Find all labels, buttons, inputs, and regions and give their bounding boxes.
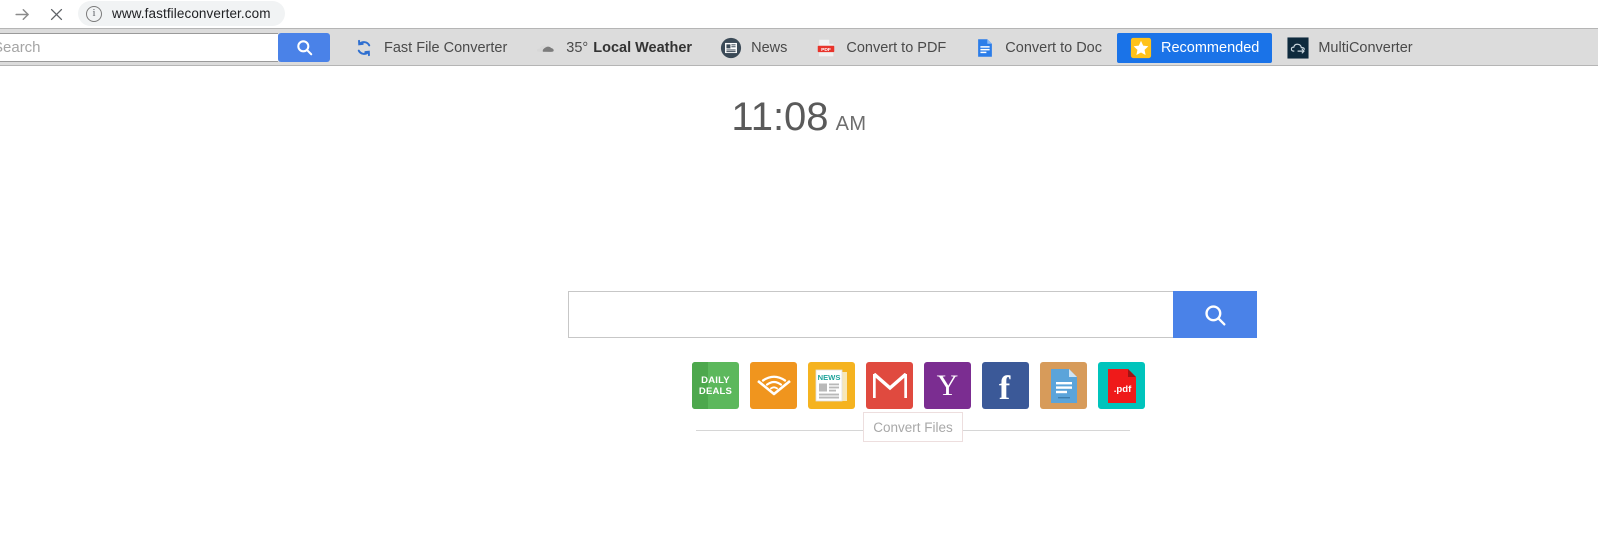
envelope-icon (872, 372, 907, 398)
search-icon (1205, 304, 1226, 326)
clock: 11:08 AM (0, 95, 1598, 140)
cloud-glyph (537, 45, 555, 52)
convert-files-tooltip[interactable]: Convert Files (863, 412, 963, 442)
svg-text:PDF: PDF (821, 47, 831, 53)
ext-item-label: Convert to PDF (846, 40, 947, 56)
sync-refresh-icon (353, 37, 375, 59)
clock-time: 11:08 (731, 95, 829, 139)
ext-item-label: Local Weather (593, 40, 693, 56)
address-bar[interactable]: i www.fastfileconverter.com (78, 1, 285, 26)
main-search-input[interactable] (581, 304, 1173, 325)
ext-item-convert-to-pdf[interactable]: PDF Convert to PDF (802, 33, 959, 63)
shortcut-tile-convert-to-doc[interactable] (1040, 362, 1087, 409)
main-search (568, 291, 1257, 338)
shortcut-tile-label: DAILY DEALS (698, 374, 733, 397)
facebook-icon: f (998, 369, 1011, 407)
shortcut-tile-convert-to-pdf[interactable]: .pdf (1098, 362, 1145, 409)
ext-item-news[interactable]: News (707, 33, 800, 63)
ext-item-label: News (751, 40, 788, 56)
shortcut-tile-audible[interactable] (750, 362, 797, 409)
extension-toolbar: Fast File Converter 35° Local Weather (0, 28, 1598, 66)
shortcut-tile-label: Y (936, 368, 959, 402)
ext-item-label: Fast File Converter (384, 40, 508, 56)
main-search-field[interactable] (568, 291, 1173, 338)
news-paper-icon: NEWS (815, 369, 847, 401)
ext-item-label: Convert to Doc (1005, 40, 1102, 56)
ext-item-convert-to-doc[interactable]: Convert to Doc (961, 33, 1115, 63)
ext-item-recommended[interactable]: Recommended (1117, 33, 1273, 63)
svg-text:.pdf: .pdf (1113, 384, 1131, 395)
page-content: 11:08 AM DAILY DEALS NEWS Y f .pdf Conve… (0, 67, 1598, 538)
convert-files-tooltip-label: Convert Files (873, 419, 953, 435)
toolbar-search-input[interactable] (0, 33, 278, 62)
ext-item-fast-file-converter[interactable]: Fast File Converter (340, 33, 520, 63)
doc-file-icon (974, 37, 996, 59)
main-search-button[interactable] (1173, 291, 1257, 338)
ext-item-multiconverter[interactable]: MultiConverter (1274, 33, 1425, 63)
shortcut-tile-facebook[interactable]: f (982, 362, 1029, 409)
extension-links: Fast File Converter 35° Local Weather Ne… (340, 29, 1428, 67)
forward-arrow-icon[interactable] (10, 2, 34, 26)
newspaper-icon (720, 37, 742, 59)
address-bar-url: www.fastfileconverter.com (112, 6, 271, 21)
toolbar-search (0, 33, 330, 62)
audible-icon (756, 375, 791, 395)
doc-page-icon (1050, 368, 1077, 403)
ext-item-label: MultiConverter (1318, 40, 1413, 56)
shortcut-tiles: DAILY DEALS NEWS Y f .pdf (692, 362, 1145, 409)
pdf-page-icon: .pdf (1107, 368, 1136, 403)
shortcut-tile-news[interactable]: NEWS (808, 362, 855, 409)
site-info-icon[interactable]: i (86, 5, 102, 22)
stop-close-icon[interactable] (44, 2, 68, 26)
cloud-weather-icon (535, 37, 557, 59)
toolbar-search-button[interactable] (278, 33, 330, 62)
ext-item-label: Recommended (1161, 40, 1260, 56)
shortcut-tile-yahoo[interactable]: Y (924, 362, 971, 409)
clock-meridiem: AM (835, 113, 867, 135)
pdf-file-icon: PDF (815, 37, 837, 59)
svg-text:NEWS: NEWS (817, 373, 840, 382)
browser-chrome: i www.fastfileconverter.com (0, 0, 1598, 27)
shortcut-tile-daily-deals[interactable]: DAILY DEALS (692, 362, 739, 409)
cloud-upload-icon (1287, 37, 1309, 59)
ext-item-local-weather[interactable]: 35° Local Weather (522, 33, 705, 63)
weather-temperature: 35° (566, 40, 589, 56)
search-icon (296, 40, 312, 56)
shortcut-tile-gmail[interactable] (866, 362, 913, 409)
star-icon (1130, 37, 1152, 59)
